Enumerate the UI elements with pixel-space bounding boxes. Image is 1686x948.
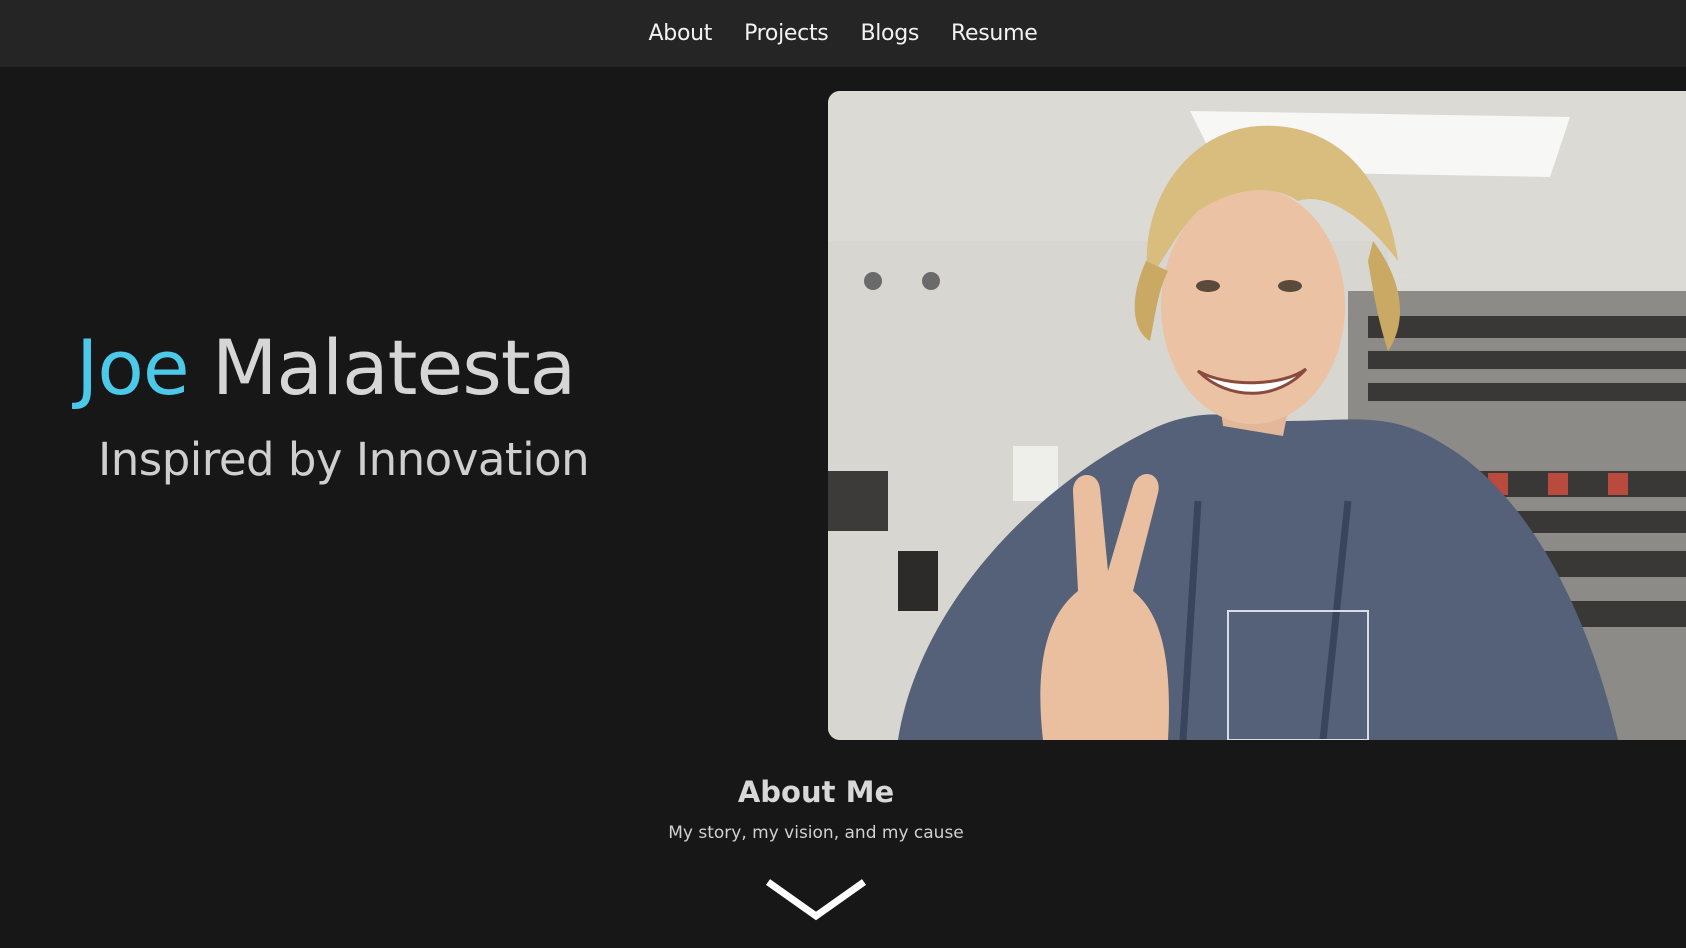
hero-last-name: Malatesta (211, 323, 576, 412)
nav-link-resume[interactable]: Resume (951, 21, 1038, 46)
hero-first-name: Joe (76, 323, 190, 412)
hero-name: Joe Malatesta (76, 318, 636, 418)
nav-link-about[interactable]: About (649, 21, 713, 46)
about-section-subtitle: My story, my vision, and my cause (668, 823, 964, 843)
nav-link-projects[interactable]: Projects (744, 21, 829, 46)
top-navbar: About Projects Blogs Resume (0, 0, 1686, 67)
profile-photo-illustration (828, 91, 1686, 740)
hero-tagline: Inspired by Innovation (98, 433, 590, 486)
nav-link-blogs[interactable]: Blogs (860, 21, 919, 46)
profile-photo (828, 91, 1686, 740)
about-section-title: About Me (737, 775, 895, 809)
chevron-down-icon[interactable] (764, 876, 868, 924)
